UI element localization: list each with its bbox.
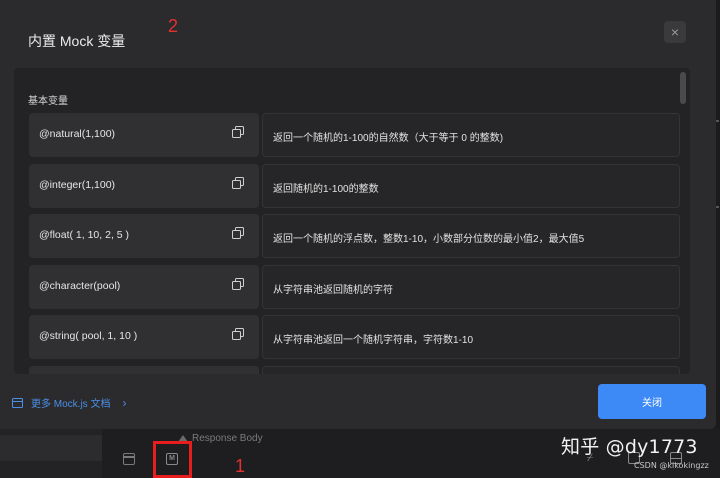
- variable-description: 返回一个随机的1-100的自然数（大于等于 0 的整数): [262, 113, 680, 157]
- variable-description-text: 返回一个随机的1-100的自然数（大于等于 0 的整数): [273, 133, 504, 144]
- variable-description: 从字符串池返回一个随机字符串，字符数1-10: [262, 315, 680, 359]
- variable-description-text: 从字符串池返回随机的字符: [273, 284, 393, 296]
- list-item: @float( 1, 10, 2, 5 ) 返回一个随机的浮点数，整数1-10，…: [29, 214, 681, 258]
- watermark-zhihu: 知乎 @dy1773: [561, 436, 698, 458]
- scroll-thumb[interactable]: [680, 72, 686, 104]
- variable-code[interactable]: @string( pool, 1, 10 ): [29, 315, 259, 359]
- window-icon[interactable]: [123, 453, 135, 465]
- response-body-label: Response Body: [192, 432, 263, 444]
- copy-icon[interactable]: [232, 176, 244, 189]
- watermark-csdn: CSDN @kikokingzz: [634, 461, 709, 470]
- copy-icon[interactable]: [232, 328, 244, 340]
- variable-description: 返回随机的1-100的整数: [262, 163, 680, 208]
- variable-code-text: @float( 1, 10, 2, 5 ): [39, 229, 130, 241]
- variable-description-text: 从字符串池返回一个随机字符串，字符数1-10: [273, 335, 474, 346]
- copy-icon[interactable]: [232, 227, 244, 239]
- variable-code[interactable]: [29, 365, 259, 374]
- scrollbar[interactable]: [679, 68, 687, 374]
- close-icon[interactable]: ×: [664, 21, 686, 43]
- variable-description: 从字符串池返回随机的字符: [262, 264, 680, 309]
- variable-code[interactable]: @natural(1,100): [29, 113, 259, 157]
- list-item: @integer(1,100) 返回随机的1-100的整数: [29, 163, 681, 208]
- modal-title: 内置 Mock 变量: [28, 33, 126, 49]
- copy-icon[interactable]: [232, 126, 244, 138]
- list-item: @string( pool, 1, 10 ) 从字符串池返回一个随机字符串，字符…: [29, 315, 681, 359]
- highlight-box: [153, 441, 192, 478]
- section-title: 基本变量: [28, 96, 68, 107]
- variable-description: [262, 365, 680, 374]
- annotation-number-two: 2: [168, 16, 179, 36]
- variable-description-text: 返回一个随机的浮点数，整数1-10，小数部分位数的最小值2，最大值5: [273, 234, 585, 245]
- more-docs-label: 更多 Mock.js 文档: [31, 399, 111, 410]
- variable-code[interactable]: @character(pool): [29, 264, 259, 309]
- mock-variables-modal: 内置 Mock 变量 × 基本变量 @natural(1,100) 返回一个随机…: [0, 0, 716, 429]
- close-button[interactable]: 关闭: [598, 384, 706, 419]
- variable-list: @natural(1,100) 返回一个随机的1-100的自然数（大于等于 0 …: [29, 113, 681, 374]
- left-panel-row[interactable]: [0, 435, 102, 461]
- list-item: @natural(1,100) 返回一个随机的1-100的自然数（大于等于 0 …: [29, 113, 681, 157]
- annotation-number-one: 1: [235, 456, 246, 476]
- variable-code[interactable]: @integer(1,100): [29, 163, 259, 208]
- app-window: Response Body M ⌿ 内置 Mock 变量 × 基本变量 @nat…: [0, 0, 720, 478]
- variable-description: 返回一个随机的浮点数，整数1-10，小数部分位数的最小值2，最大值5: [262, 214, 680, 258]
- variable-code-text: @integer(1,100): [39, 178, 116, 191]
- chevron-right-icon: ›: [122, 395, 127, 410]
- variable-code-text: @character(pool): [39, 279, 121, 292]
- more-docs-link[interactable]: 更多 Mock.js 文档 ›: [12, 395, 126, 410]
- variable-code-text: @natural(1,100): [39, 128, 116, 140]
- variable-description-text: 返回随机的1-100的整数: [273, 183, 379, 195]
- document-icon: [12, 397, 23, 408]
- variable-code[interactable]: @float( 1, 10, 2, 5 ): [29, 214, 259, 258]
- variable-code-text: @string( pool, 1, 10 ): [39, 330, 138, 342]
- copy-icon[interactable]: [232, 277, 244, 290]
- list-item: @character(pool) 从字符串池返回随机的字符: [29, 264, 681, 309]
- list-item-partial: [29, 365, 681, 374]
- modal-body: 基本变量 @natural(1,100) 返回一个随机的1-100的自然数（大于…: [14, 68, 690, 374]
